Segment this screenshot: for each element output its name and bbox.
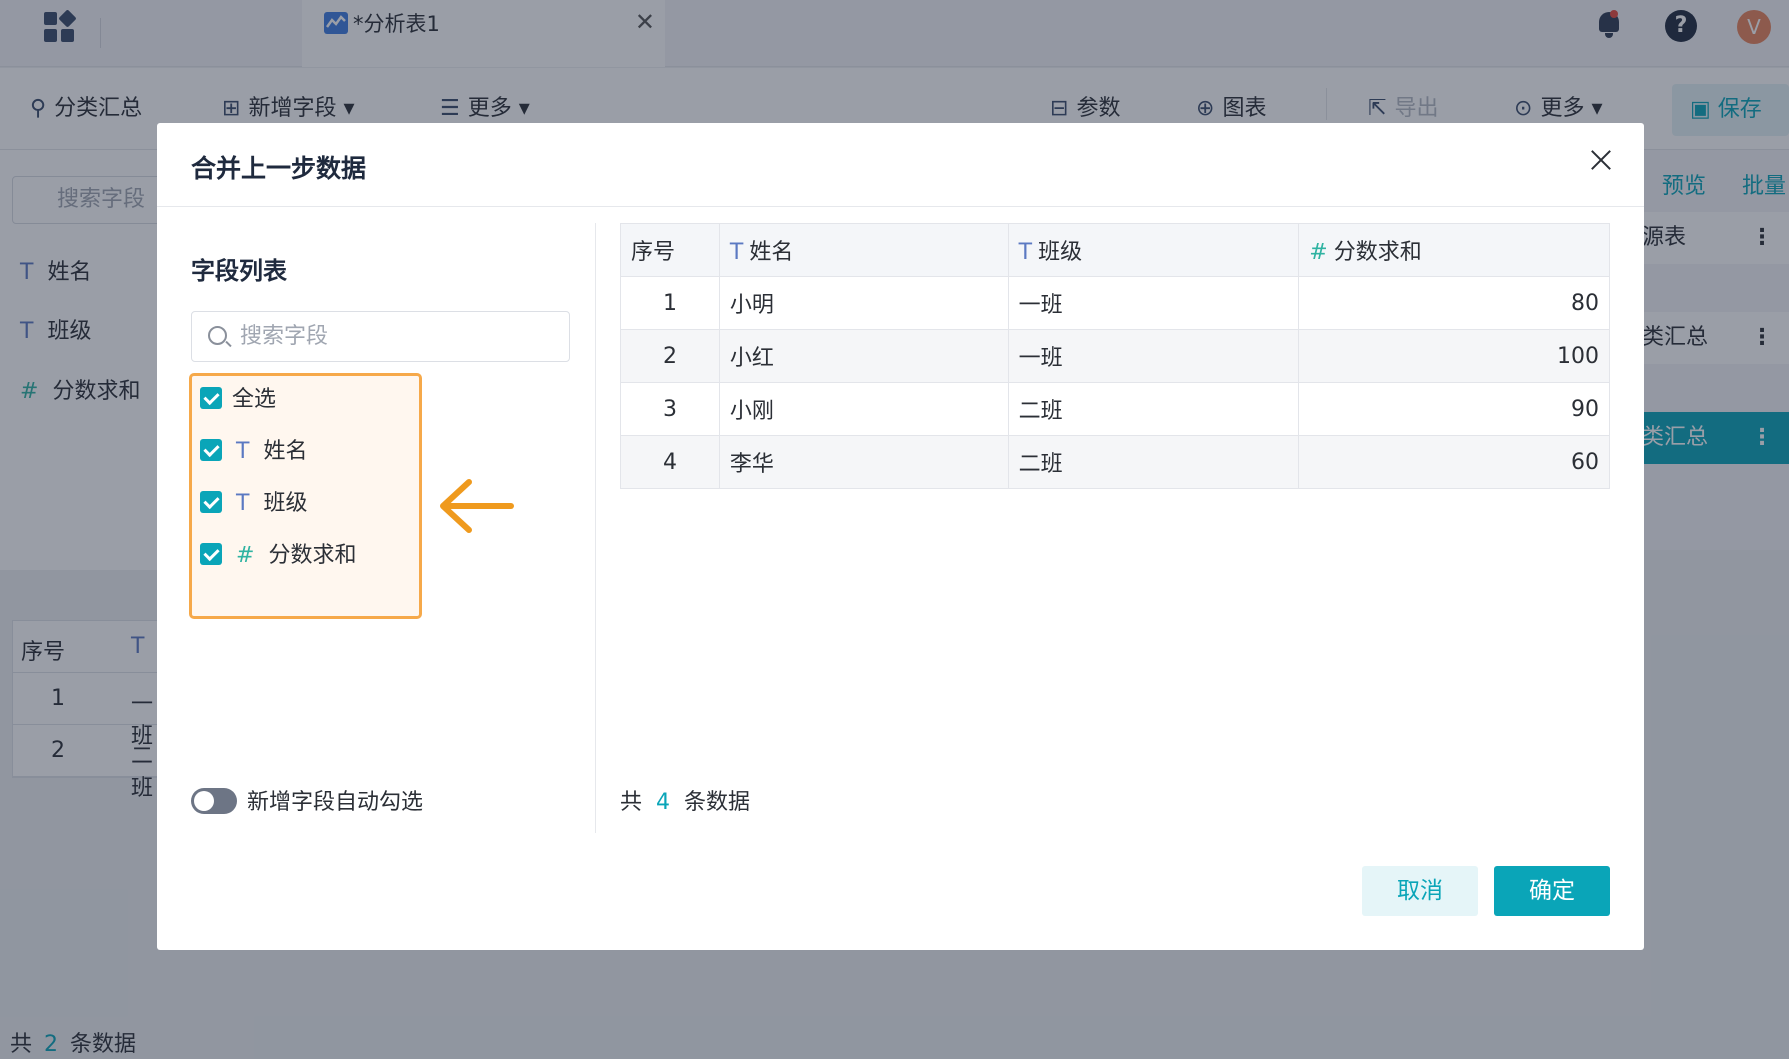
- header-label: 序号: [631, 240, 676, 265]
- auto-check-toggle[interactable]: [191, 788, 237, 814]
- header-label: 班级: [1038, 240, 1083, 265]
- cell-name: 小明: [718, 276, 1009, 330]
- cell-score: 80: [1298, 276, 1610, 330]
- header-label: 分数求和: [1333, 240, 1422, 265]
- divider: [157, 206, 1644, 207]
- field-checkbox[interactable]: T 班级: [200, 484, 307, 524]
- header-name: T 姓名: [718, 223, 1009, 277]
- cell-index: 3: [620, 382, 720, 436]
- cell-name: 小红: [718, 329, 1009, 383]
- checkbox-checked-icon[interactable]: [200, 491, 222, 513]
- table-row: 3 小刚 二班 90: [620, 382, 1610, 436]
- row-count: 共 4 条数据: [620, 788, 750, 818]
- auto-check-toggle-row: 新增字段自动勾选: [191, 788, 423, 818]
- auto-check-label: 新增字段自动勾选: [247, 790, 424, 815]
- cell-score: 100: [1298, 329, 1610, 383]
- cell-class: 二班: [1007, 382, 1300, 436]
- merge-dialog: 合并上一步数据 字段列表 搜索字段 全选 T 姓名 T 班级 # 分数求和 新增字段自…: [157, 123, 1644, 950]
- header-score: # 分数求和: [1298, 223, 1610, 277]
- field-checkbox[interactable]: T 姓名: [200, 432, 307, 472]
- search-placeholder: 搜索字段: [240, 324, 329, 349]
- text-type-icon: T: [729, 240, 744, 265]
- cancel-button[interactable]: 取消: [1362, 866, 1478, 916]
- data-preview-table: 序号 T 姓名 T 班级 # 分数求和 1 小明 一班 80 2 小红 一班 100 …: [620, 223, 1610, 489]
- field-checkbox[interactable]: # 分数求和: [200, 536, 356, 576]
- select-all-label: 全选: [232, 387, 277, 412]
- checkbox-checked-icon[interactable]: [200, 439, 222, 461]
- field-checklist-highlight: 全选 T 姓名 T 班级 # 分数求和: [189, 373, 422, 619]
- cell-name: 小刚: [718, 382, 1009, 436]
- count-prefix: 共: [620, 790, 643, 815]
- field-label: 班级: [263, 491, 308, 516]
- count-suffix: 条数据: [684, 790, 751, 815]
- search-icon: [208, 326, 227, 345]
- divider: [595, 223, 596, 833]
- dialog-title: 合并上一步数据: [191, 154, 367, 183]
- cell-index: 4: [620, 435, 720, 489]
- table-row: 4 李华 二班 60: [620, 435, 1610, 489]
- header-label: 姓名: [749, 240, 794, 265]
- table-row: 1 小明 一班 80: [620, 276, 1610, 330]
- arrow-left-icon: [430, 468, 518, 544]
- cell-name: 李华: [718, 435, 1009, 489]
- text-type-icon: T: [1018, 240, 1033, 265]
- cell-score: 90: [1298, 382, 1610, 436]
- field-label: 分数求和: [268, 543, 357, 568]
- header-index: 序号: [620, 223, 720, 277]
- checkbox-checked-icon[interactable]: [200, 387, 222, 409]
- select-all-checkbox[interactable]: 全选: [200, 380, 276, 420]
- field-list-title: 字段列表: [191, 257, 287, 285]
- cell-class: 一班: [1007, 276, 1300, 330]
- cell-index: 2: [620, 329, 720, 383]
- field-search-input[interactable]: 搜索字段: [191, 311, 570, 362]
- count-value: 4: [656, 790, 671, 815]
- close-icon[interactable]: [1586, 145, 1616, 175]
- number-type-icon: #: [236, 543, 255, 568]
- number-type-icon: #: [1309, 240, 1328, 265]
- confirm-button[interactable]: 确定: [1494, 866, 1610, 916]
- cell-class: 二班: [1007, 435, 1300, 489]
- checkbox-checked-icon[interactable]: [200, 543, 222, 565]
- header-class: T 班级: [1007, 223, 1300, 277]
- table-header: 序号 T 姓名 T 班级 # 分数求和: [620, 223, 1610, 277]
- table-row: 2 小红 一班 100: [620, 329, 1610, 383]
- text-type-icon: T: [236, 491, 250, 516]
- field-label: 姓名: [263, 439, 308, 464]
- cell-score: 60: [1298, 435, 1610, 489]
- text-type-icon: T: [236, 439, 250, 464]
- cell-class: 一班: [1007, 329, 1300, 383]
- cell-index: 1: [620, 276, 720, 330]
